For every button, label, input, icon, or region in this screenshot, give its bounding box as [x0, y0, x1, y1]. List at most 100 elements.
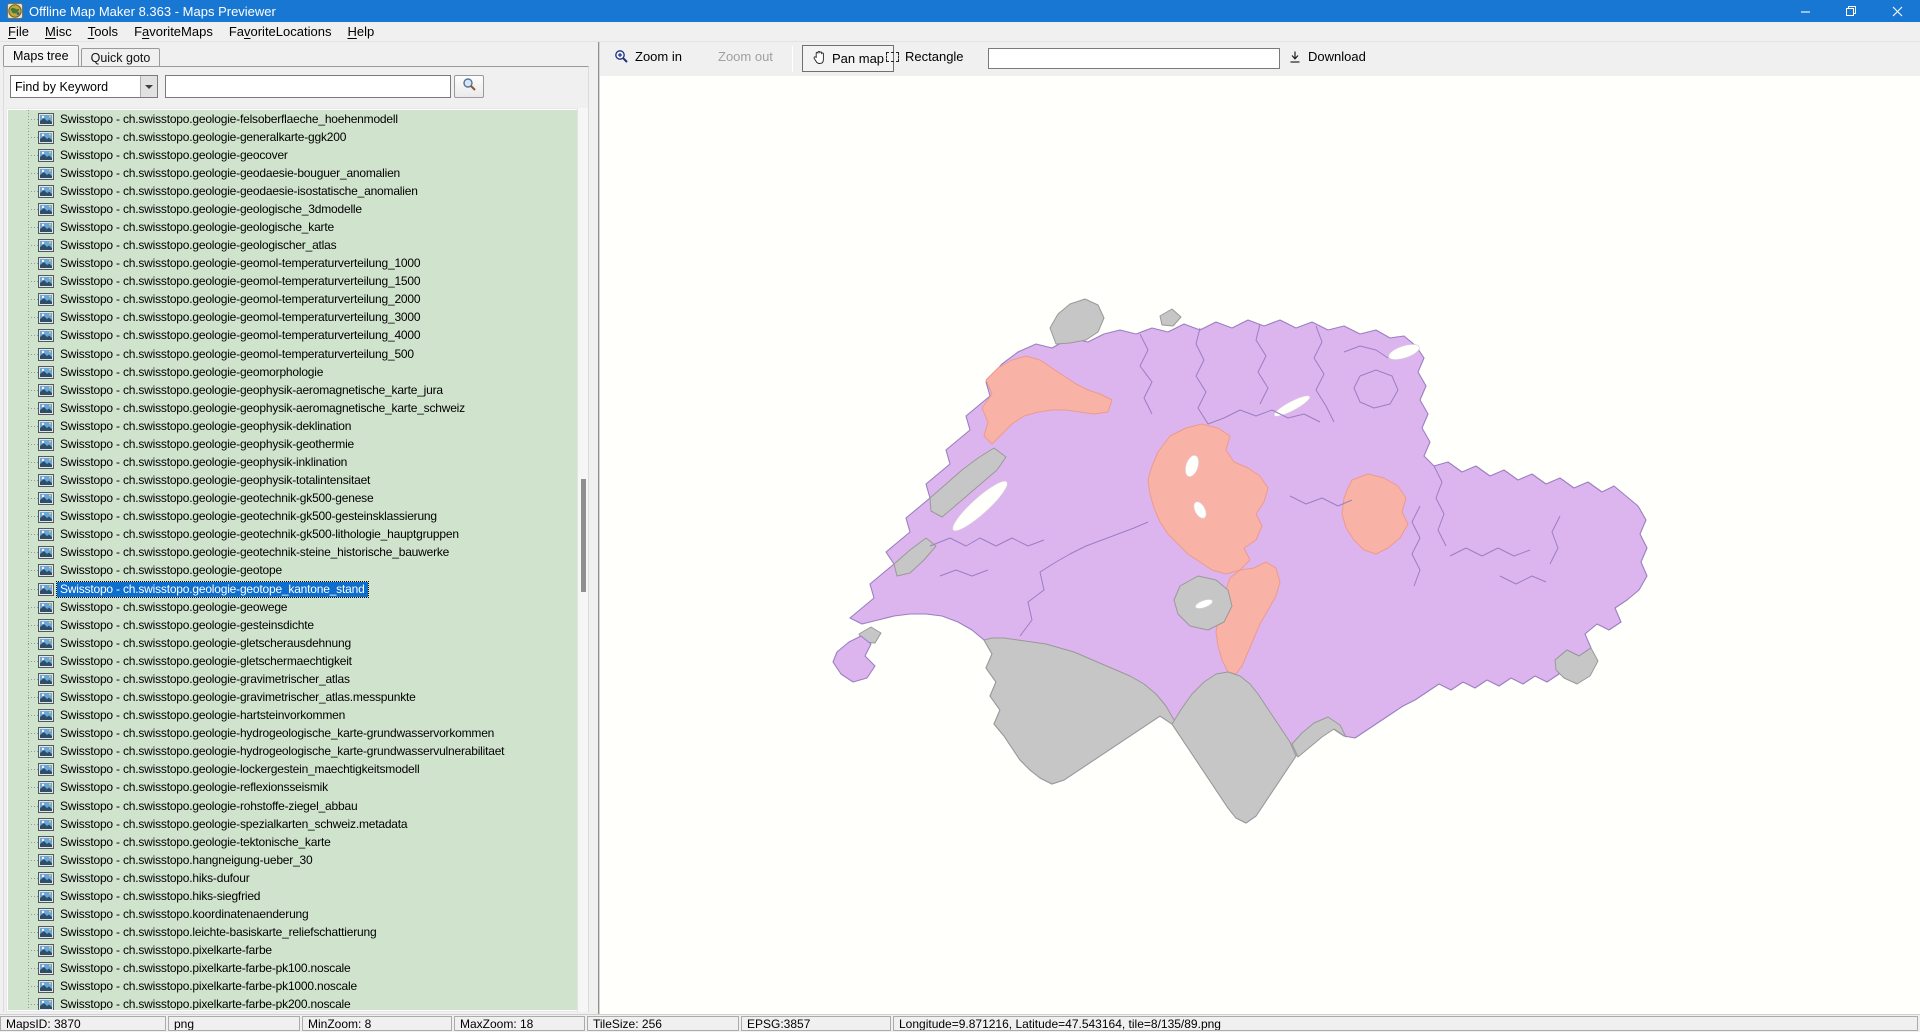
tree-item[interactable]: Swisstopo - ch.swisstopo.geologie-geophy… — [8, 381, 586, 399]
tree-item[interactable]: Swisstopo - ch.swisstopo.geologie-geotec… — [8, 526, 586, 544]
tree-item-label[interactable]: Swisstopo - ch.swisstopo.geologie-geolog… — [57, 238, 339, 253]
tree-item-label[interactable]: Swisstopo - ch.swisstopo.geologie-tekton… — [57, 835, 334, 850]
tree-item-label[interactable]: Swisstopo - ch.swisstopo.geologie-geophy… — [57, 455, 350, 470]
maps-tree-list-viewport[interactable]: Swisstopo - ch.swisstopo.geologie-felsob… — [8, 110, 586, 1010]
tree-item-label[interactable]: Swisstopo - ch.swisstopo.geologie-geocov… — [57, 148, 291, 163]
tree-item-label[interactable]: Swisstopo - ch.swisstopo.pixelkarte-farb… — [57, 997, 353, 1010]
zoom-in-button[interactable]: Zoom in — [614, 49, 682, 64]
rectangle-button[interactable]: Rectangle — [886, 49, 964, 64]
tree-item[interactable]: Swisstopo - ch.swisstopo.geologie-locker… — [8, 761, 586, 779]
tree-item[interactable]: Swisstopo - ch.swisstopo.geologie-geomol… — [8, 327, 586, 345]
tree-item-label[interactable]: Swisstopo - ch.swisstopo.geologie-rohsto… — [57, 799, 360, 814]
sidebar-scrollbar[interactable] — [577, 108, 588, 1012]
tree-item-label[interactable]: Swisstopo - ch.swisstopo.geologie-geodae… — [57, 166, 403, 181]
menu-item-misc[interactable]: Misc — [37, 22, 80, 42]
tree-item-label-selected[interactable]: Swisstopo - ch.swisstopo.geologie-geotop… — [57, 582, 368, 597]
tree-item-label[interactable]: Swisstopo - ch.swisstopo.geologie-geomol… — [57, 310, 423, 325]
menu-item-favoritelocations[interactable]: FavoriteLocations — [221, 22, 340, 42]
tree-item-label[interactable]: Swisstopo - ch.swisstopo.geologie-genera… — [57, 130, 349, 145]
tree-item[interactable]: Swisstopo - ch.swisstopo.geologie-geodae… — [8, 164, 586, 182]
tree-item-label[interactable]: Swisstopo - ch.swisstopo.hangneigung-ueb… — [57, 853, 316, 868]
tree-item-label[interactable]: Swisstopo - ch.swisstopo.geologie-geoweg… — [57, 600, 290, 615]
tab-quick-goto[interactable]: Quick goto — [81, 48, 161, 66]
tree-item[interactable]: Swisstopo - ch.swisstopo.geologie-geophy… — [8, 399, 586, 417]
search-input[interactable] — [165, 75, 451, 98]
tree-item[interactable]: Swisstopo - ch.swisstopo.geologie-geomol… — [8, 255, 586, 273]
tree-item-label[interactable]: Swisstopo - ch.swisstopo.geologie-geomol… — [57, 347, 417, 362]
tree-item[interactable]: Swisstopo - ch.swisstopo.geologie-geophy… — [8, 472, 586, 490]
tree-item[interactable]: Swisstopo - ch.swisstopo.hangneigung-ueb… — [8, 851, 586, 869]
tree-item[interactable]: Swisstopo - ch.swisstopo.geologie-gletsc… — [8, 634, 586, 652]
tree-item-label[interactable]: Swisstopo - ch.swisstopo.geologie-geophy… — [57, 383, 446, 398]
combobox-dropdown-button[interactable] — [140, 76, 157, 97]
tree-item-label[interactable]: Swisstopo - ch.swisstopo.pixelkarte-farb… — [57, 943, 275, 958]
tree-item[interactable]: Swisstopo - ch.swisstopo.geologie-geophy… — [8, 453, 586, 471]
tree-item-label[interactable]: Swisstopo - ch.swisstopo.geologie-geotec… — [57, 545, 452, 560]
sidebar-scrollbar-thumb[interactable] — [581, 479, 586, 592]
tree-item-label[interactable]: Swisstopo - ch.swisstopo.geologie-geotec… — [57, 509, 440, 524]
toolbar-input[interactable] — [988, 48, 1280, 69]
tree-item-label[interactable]: Swisstopo - ch.swisstopo.hiks-siegfried — [57, 889, 263, 904]
tree-item[interactable]: Swisstopo - ch.swisstopo.pixelkarte-farb… — [8, 978, 586, 996]
tree-item-label[interactable]: Swisstopo - ch.swisstopo.pixelkarte-farb… — [57, 961, 353, 976]
tree-item-label[interactable]: Swisstopo - ch.swisstopo.geologie-hydrog… — [57, 744, 507, 759]
tree-item[interactable]: Swisstopo - ch.swisstopo.geologie-gravim… — [8, 689, 586, 707]
tree-item-label[interactable]: Swisstopo - ch.swisstopo.geologie-geodae… — [57, 184, 421, 199]
tree-item-label[interactable]: Swisstopo - ch.swisstopo.geologie-hydrog… — [57, 726, 497, 741]
tree-item[interactable]: Swisstopo - ch.swisstopo.geologie-geodae… — [8, 182, 586, 200]
menu-item-tools[interactable]: Tools — [80, 22, 126, 42]
tree-item[interactable]: Swisstopo - ch.swisstopo.geologie-hydrog… — [8, 743, 586, 761]
minimize-button[interactable] — [1782, 0, 1828, 22]
tab-maps-tree[interactable]: Maps tree — [3, 45, 79, 66]
tree-item-label[interactable]: Swisstopo - ch.swisstopo.geologie-geophy… — [57, 401, 468, 416]
tree-item[interactable]: Swisstopo - ch.swisstopo.geologie-geophy… — [8, 417, 586, 435]
tree-item-label[interactable]: Swisstopo - ch.swisstopo.geologie-geomol… — [57, 256, 423, 271]
tree-item[interactable]: Swisstopo - ch.swisstopo.pixelkarte-farb… — [8, 996, 586, 1010]
restore-button[interactable] — [1828, 0, 1874, 22]
tree-item-label[interactable]: Swisstopo - ch.swisstopo.koordinatenaend… — [57, 907, 312, 922]
tree-item[interactable]: Swisstopo - ch.swisstopo.geologie-reflex… — [8, 779, 586, 797]
tree-item-label[interactable]: Swisstopo - ch.swisstopo.geologie-locker… — [57, 762, 422, 777]
tree-item[interactable]: Swisstopo - ch.swisstopo.geologie-hartst… — [8, 707, 586, 725]
tree-item-label[interactable]: Swisstopo - ch.swisstopo.geologie-gestei… — [57, 618, 317, 633]
tree-item[interactable]: Swisstopo - ch.swisstopo.hiks-dufour — [8, 869, 586, 887]
tree-item[interactable]: Swisstopo - ch.swisstopo.geologie-geomol… — [8, 273, 586, 291]
tree-item[interactable]: Swisstopo - ch.swisstopo.geologie-gletsc… — [8, 652, 586, 670]
tree-item[interactable]: Swisstopo - ch.swisstopo.geologie-felsob… — [8, 110, 586, 128]
tree-item[interactable]: Swisstopo - ch.swisstopo.geologie-gestei… — [8, 616, 586, 634]
tree-item[interactable]: Swisstopo - ch.swisstopo.geologie-geomor… — [8, 363, 586, 381]
tree-item-label[interactable]: Swisstopo - ch.swisstopo.hiks-dufour — [57, 871, 253, 886]
tree-item-label[interactable]: Swisstopo - ch.swisstopo.geologie-geotec… — [57, 527, 462, 542]
tree-item-label[interactable]: Swisstopo - ch.swisstopo.geologie-reflex… — [57, 780, 331, 795]
menu-item-favoritemaps[interactable]: FavoriteMaps — [126, 22, 221, 42]
tree-item-label[interactable]: Swisstopo - ch.swisstopo.leichte-basiska… — [57, 925, 379, 940]
tree-item-label[interactable]: Swisstopo - ch.swisstopo.geologie-geomol… — [57, 292, 423, 307]
tree-item[interactable]: Swisstopo - ch.swisstopo.geologie-geolog… — [8, 218, 586, 236]
tree-item[interactable]: Swisstopo - ch.swisstopo.geologie-hydrog… — [8, 725, 586, 743]
tree-item[interactable]: Swisstopo - ch.swisstopo.geologie-geoweg… — [8, 598, 586, 616]
download-button[interactable]: Download — [1288, 49, 1366, 64]
tree-item-label[interactable]: Swisstopo - ch.swisstopo.geologie-spezia… — [57, 817, 410, 832]
tree-item[interactable]: Swisstopo - ch.swisstopo.geologie-rohsto… — [8, 797, 586, 815]
tree-item[interactable]: Swisstopo - ch.swisstopo.geologie-geolog… — [8, 237, 586, 255]
tree-item-label[interactable]: Swisstopo - ch.swisstopo.geologie-geophy… — [57, 473, 373, 488]
tree-item-label[interactable]: Swisstopo - ch.swisstopo.geologie-gravim… — [57, 690, 419, 705]
tree-item-label[interactable]: Swisstopo - ch.swisstopo.geologie-geolog… — [57, 202, 365, 217]
tree-item[interactable]: Swisstopo - ch.swisstopo.pixelkarte-farb… — [8, 942, 586, 960]
tree-item[interactable]: Swisstopo - ch.swisstopo.geologie-tekton… — [8, 833, 586, 851]
tree-item-label[interactable]: Swisstopo - ch.swisstopo.geologie-gletsc… — [57, 636, 354, 651]
pan-map-button[interactable]: Pan map — [802, 45, 894, 72]
close-button[interactable] — [1874, 0, 1920, 22]
tree-item-label[interactable]: Swisstopo - ch.swisstopo.geologie-gravim… — [57, 672, 353, 687]
tree-item-label[interactable]: Swisstopo - ch.swisstopo.geologie-gletsc… — [57, 654, 355, 669]
tree-item[interactable]: Swisstopo - ch.swisstopo.geologie-geomol… — [8, 345, 586, 363]
tree-item-label[interactable]: Swisstopo - ch.swisstopo.geologie-geophy… — [57, 419, 354, 434]
zoom-out-button[interactable]: Zoom out — [718, 49, 773, 64]
find-mode-combobox[interactable]: Find by Keyword — [10, 75, 158, 98]
tree-item[interactable]: Swisstopo - ch.swisstopo.leichte-basiska… — [8, 924, 586, 942]
tree-item[interactable]: Swisstopo - ch.swisstopo.geologie-geomol… — [8, 309, 586, 327]
tree-item[interactable]: Swisstopo - ch.swisstopo.geologie-gravim… — [8, 670, 586, 688]
tree-item-label[interactable]: Swisstopo - ch.swisstopo.geologie-geotop… — [57, 563, 285, 578]
tree-item-label[interactable]: Swisstopo - ch.swisstopo.geologie-hartst… — [57, 708, 348, 723]
tree-item-label[interactable]: Swisstopo - ch.swisstopo.geologie-geomol… — [57, 274, 423, 289]
